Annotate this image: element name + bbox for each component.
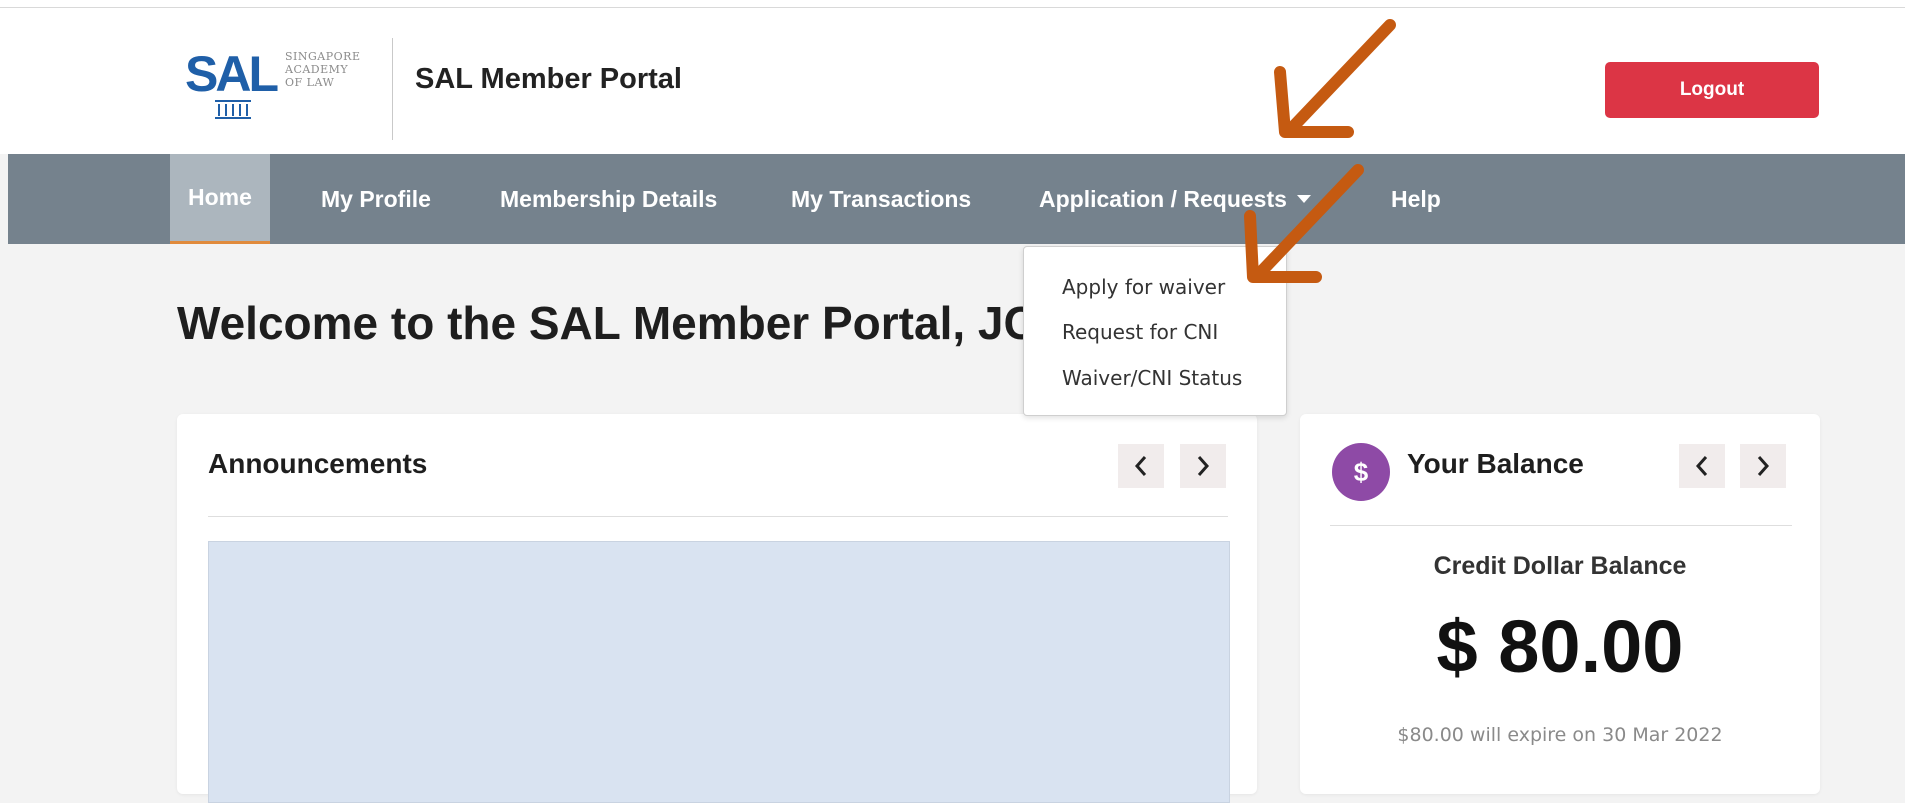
logo-wordmark: SAL xyxy=(185,46,279,102)
announcement-slide[interactable] xyxy=(208,541,1230,803)
balance-title: Your Balance xyxy=(1407,448,1584,479)
menu-item-waiver-cni-status[interactable]: Waiver/CNI Status xyxy=(1062,366,1242,390)
nav-my-transactions[interactable]: My Transactions xyxy=(791,154,971,244)
logo-subtitle: SINGAPORE ACADEMY OF LAW xyxy=(285,50,385,89)
nav-application-requests-label: Application / Requests xyxy=(1039,185,1287,212)
balance-next-button[interactable] xyxy=(1740,444,1786,488)
main-navbar: Home My Profile Membership Details My Tr… xyxy=(8,154,1905,244)
announcements-prev-button[interactable] xyxy=(1118,444,1164,488)
menu-item-request-for-cni[interactable]: Request for CNI xyxy=(1062,320,1218,344)
nav-application-requests[interactable]: Application / Requests xyxy=(1039,154,1311,244)
chevron-left-icon xyxy=(1695,456,1708,476)
nav-help[interactable]: Help xyxy=(1391,154,1441,244)
dollar-coin-icon: $ xyxy=(1332,443,1390,501)
balance-card: $ Your Balance Credit Dollar Balance $ 8… xyxy=(1300,414,1820,794)
balance-divider xyxy=(1330,525,1792,526)
nav-membership-details[interactable]: Membership Details xyxy=(500,154,717,244)
credit-balance-label: Credit Dollar Balance xyxy=(1433,552,1687,580)
welcome-heading: Welcome to the SAL Member Portal, JC xyxy=(177,297,1037,349)
chevron-left-icon xyxy=(1134,456,1147,476)
nav-my-profile[interactable]: My Profile xyxy=(321,154,431,244)
sal-logo[interactable]: SAL SINGAPORE ACADEMY OF LAW xyxy=(185,38,395,138)
credit-balance-amount: $ 80.00 xyxy=(1436,605,1684,688)
caret-down-icon xyxy=(1296,195,1311,203)
chevron-right-icon xyxy=(1757,456,1770,476)
portal-title: SAL Member Portal xyxy=(415,63,682,95)
top-border xyxy=(0,0,1905,8)
announcements-card: Announcements xyxy=(177,414,1257,803)
header: SAL SINGAPORE ACADEMY OF LAW SAL Member … xyxy=(0,8,1905,154)
pillars-icon xyxy=(215,100,251,119)
chevron-right-icon xyxy=(1197,456,1210,476)
header-divider xyxy=(392,38,393,140)
announcements-divider xyxy=(208,516,1228,517)
announcements-next-button[interactable] xyxy=(1180,444,1226,488)
logo-subtitle-line: OF LAW xyxy=(285,76,335,89)
logo-subtitle-line: ACADEMY xyxy=(285,63,349,76)
logout-button[interactable]: Logout xyxy=(1605,62,1819,118)
balance-expiry-note: $80.00 will expire on 30 Mar 2022 xyxy=(1397,724,1723,746)
announcements-title: Announcements xyxy=(208,448,428,479)
balance-prev-button[interactable] xyxy=(1679,444,1725,488)
nav-home[interactable]: Home xyxy=(170,154,270,244)
menu-item-apply-for-waiver[interactable]: Apply for waiver xyxy=(1062,275,1225,299)
logo-subtitle-line: SINGAPORE xyxy=(285,50,361,63)
application-requests-menu: Apply for waiver Request for CNI Waiver/… xyxy=(1023,246,1287,416)
